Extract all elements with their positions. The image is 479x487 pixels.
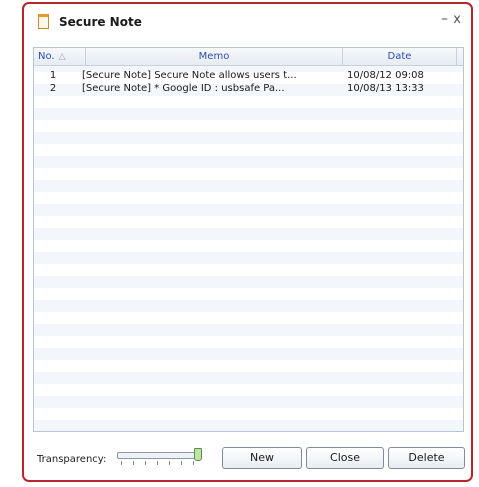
- slider-track[interactable]: [117, 452, 199, 459]
- row-number: 2: [49, 83, 57, 94]
- footer-bar: Transparency: New Close Delete: [24, 440, 471, 476]
- column-header-memo[interactable]: Memo: [86, 48, 343, 65]
- slider-thumb[interactable]: [194, 448, 202, 461]
- list-row[interactable]: 2 [Secure Note] * Google ID : usbsafe Pa…: [34, 82, 463, 95]
- transparency-slider[interactable]: [117, 448, 207, 468]
- transparency-label: Transparency:: [37, 454, 107, 465]
- column-header-no[interactable]: No. △: [34, 48, 86, 65]
- minimize-icon[interactable]: –: [441, 11, 448, 27]
- new-button[interactable]: New: [222, 447, 302, 469]
- close-icon[interactable]: x: [453, 12, 461, 27]
- row-memo: [Secure Note] Secure Note allows users t…: [82, 70, 297, 81]
- delete-button[interactable]: Delete: [388, 447, 465, 469]
- note-icon: [38, 14, 49, 29]
- row-date: 10/08/12 09:08: [347, 70, 424, 81]
- list-rows: 1 [Secure Note] Secure Note allows users…: [34, 69, 463, 95]
- row-memo: [Secure Note] * Google ID : usbsafe Pa..…: [82, 83, 285, 94]
- list-header: No. △ Memo Date: [34, 48, 463, 66]
- sort-ascending-icon: △: [58, 52, 66, 62]
- column-header-no-label: No.: [38, 51, 55, 62]
- secure-note-window: Secure Note – x No. △ Memo Date 1 [Secure…: [22, 2, 473, 482]
- row-date: 10/08/13 13:33: [347, 83, 424, 94]
- list-row[interactable]: 1 [Secure Note] Secure Note allows users…: [34, 69, 463, 82]
- memo-list[interactable]: No. △ Memo Date 1 [Secure Note] Secure No…: [33, 47, 464, 432]
- column-header-date[interactable]: Date: [343, 48, 457, 65]
- close-button[interactable]: Close: [306, 447, 384, 469]
- window-title: Secure Note: [59, 15, 142, 29]
- title-bar[interactable]: Secure Note – x: [24, 4, 471, 42]
- slider-ticks: [121, 461, 195, 465]
- row-number: 1: [49, 70, 57, 81]
